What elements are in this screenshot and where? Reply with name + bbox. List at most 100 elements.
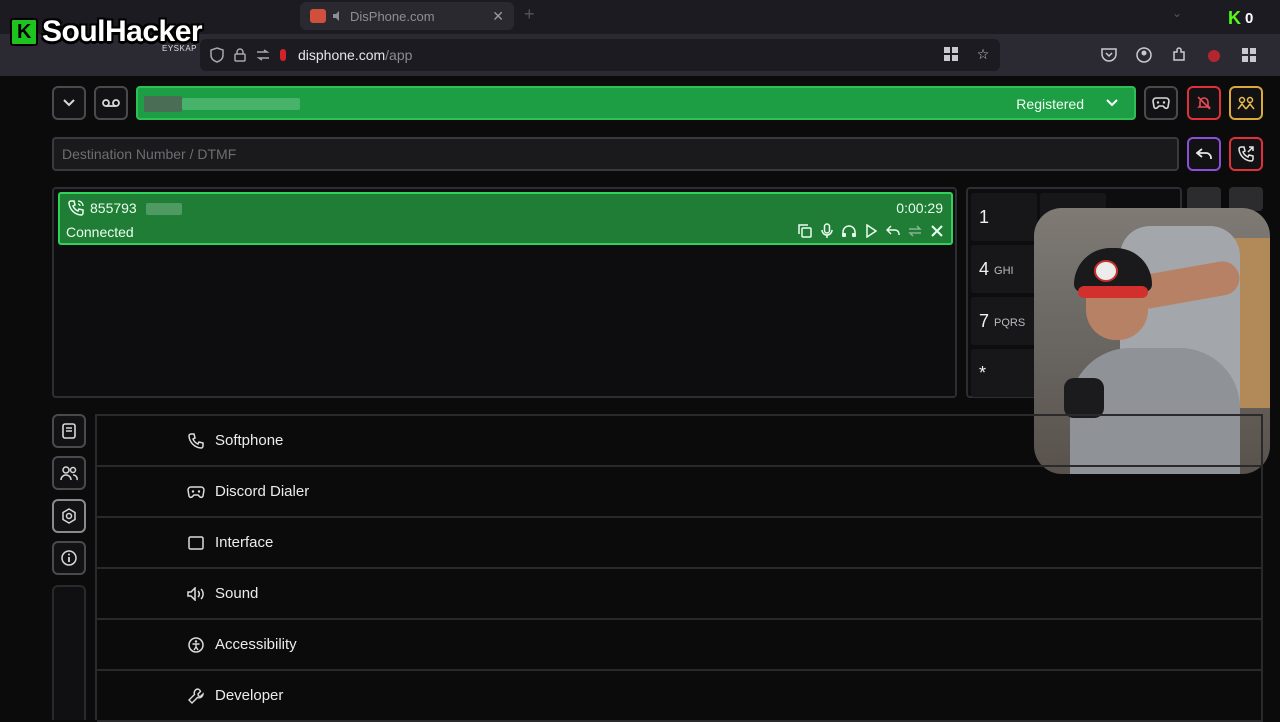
info-icon	[61, 550, 77, 566]
address-bar[interactable]: disphone.com/app ☆	[200, 39, 1000, 71]
settings-item-label: Discord Dialer	[215, 483, 310, 500]
settings-menu: Softphone Discord Dialer Interface Sound…	[95, 414, 1263, 722]
url-path: /app	[385, 47, 413, 63]
call-status: Connected	[66, 224, 134, 240]
gear-icon	[62, 508, 76, 524]
phone-icon	[187, 432, 205, 450]
connection-swap-icon[interactable]	[256, 49, 270, 61]
call-number: 855793	[90, 200, 137, 216]
settings-item-label: Softphone	[215, 432, 284, 449]
hangup-close-icon[interactable]	[929, 223, 945, 239]
key-letters: GHI	[994, 264, 1014, 277]
key-digit: 7	[979, 310, 990, 331]
settings-item-accessibility[interactable]: Accessibility	[97, 620, 1263, 671]
dialpad-key-1[interactable]: 1	[971, 193, 1037, 241]
settings-item-softphone[interactable]: Softphone	[97, 416, 1263, 467]
active-calls-panel: 855793 Connected 0:00:29	[52, 187, 957, 398]
registration-status-text: Registered	[1016, 96, 1084, 112]
play-icon[interactable]	[863, 223, 879, 239]
webcam-cap-brim	[1078, 286, 1148, 298]
do-not-disturb-button[interactable]	[1187, 86, 1221, 120]
phone-call-icon	[68, 200, 84, 216]
transfer-button[interactable]	[1187, 137, 1221, 171]
key-digit: 1	[979, 206, 990, 227]
app-menu-grid-icon[interactable]	[1240, 46, 1258, 64]
reply-arrow-icon[interactable]	[885, 223, 901, 239]
reply-arrow-icon	[1196, 148, 1212, 159]
dialpad-key-4[interactable]: 4 GHI	[971, 245, 1037, 293]
voicemail-icon	[102, 99, 120, 107]
logo-sub-label: EYSKAP	[162, 44, 198, 53]
address-book-icon	[62, 423, 76, 439]
chevron-down-icon[interactable]	[1104, 95, 1120, 111]
webcam-microphone	[1064, 378, 1104, 418]
chevron-down-icon	[63, 99, 75, 107]
settings-item-sound[interactable]: Sound	[97, 569, 1263, 620]
logo-badge: K	[10, 18, 38, 46]
collapse-chevron-button[interactable]	[52, 86, 86, 120]
accessibility-icon	[187, 636, 205, 654]
settings-item-discord-dialer[interactable]: Discord Dialer	[97, 467, 1263, 518]
bookmark-star-icon[interactable]: ☆	[974, 45, 992, 63]
extensions-icon[interactable]	[1170, 46, 1188, 64]
wrench-icon	[187, 687, 205, 705]
speaker-icon	[187, 585, 205, 603]
call-duration: 0:00:29	[896, 200, 943, 216]
key-digit: 4	[979, 258, 990, 279]
browser-tab[interactable]: DisPhone.com ✕	[300, 2, 514, 30]
tab-list-chevron-icon[interactable]: ⌄	[1172, 6, 1182, 20]
microphone-icon[interactable]	[819, 223, 835, 239]
settings-item-label: Sound	[215, 585, 259, 602]
gamepad-icon	[187, 483, 205, 501]
account-icon[interactable]	[1135, 46, 1153, 64]
users-alert-icon	[1237, 96, 1255, 110]
settings-item-developer[interactable]: Developer	[97, 671, 1263, 722]
dialpad-key-star[interactable]: *	[971, 349, 1037, 397]
phone-outgoing-icon	[1238, 146, 1254, 162]
sidebar-users-button[interactable]	[52, 456, 86, 490]
window-icon	[187, 534, 205, 552]
destination-input[interactable]	[52, 137, 1179, 171]
qr-code-icon[interactable]	[942, 45, 960, 63]
extension-badge-icon[interactable]	[1205, 46, 1223, 64]
dialpad-key-7[interactable]: 7 PQRS	[971, 297, 1037, 345]
account-id-redacted	[182, 98, 300, 110]
active-call-card[interactable]: 855793 Connected 0:00:29	[58, 192, 953, 245]
voicemail-button[interactable]	[94, 86, 128, 120]
sidebar-settings-button[interactable]	[52, 499, 86, 533]
headphones-icon[interactable]	[841, 223, 857, 239]
key-digit: *	[979, 362, 987, 383]
sidebar-contacts-book-button[interactable]	[52, 414, 86, 448]
tab-title: DisPhone.com	[350, 8, 435, 24]
gamepad-icon	[1152, 97, 1170, 110]
new-tab-icon[interactable]: +	[524, 4, 535, 25]
kick-viewer-counter: K 0	[1228, 8, 1253, 29]
settings-item-interface[interactable]: Interface	[97, 518, 1263, 569]
copy-icon[interactable]	[797, 223, 813, 239]
settings-item-label: Developer	[215, 687, 284, 704]
registration-status-bar[interactable]: Registered	[136, 86, 1136, 120]
lock-icon[interactable]	[234, 48, 246, 62]
viewer-count: 0	[1245, 10, 1254, 27]
settings-item-label: Interface	[215, 534, 274, 551]
sidebar-info-button[interactable]	[52, 541, 86, 575]
call-number-redacted	[146, 203, 182, 215]
account-name-redacted	[144, 96, 182, 112]
users-icon	[60, 466, 78, 481]
shield-icon[interactable]	[210, 47, 224, 63]
disphone-favicon-icon	[310, 9, 326, 23]
speaker-icon[interactable]	[332, 10, 344, 22]
tab-close-icon[interactable]: ✕	[492, 8, 504, 25]
alert-mode-button[interactable]	[1229, 86, 1263, 120]
key-letters: PQRS	[994, 316, 1026, 329]
sidebar-empty-slot	[52, 585, 86, 720]
bell-off-icon	[1197, 96, 1211, 110]
microphone-indicator-icon[interactable]	[280, 49, 286, 61]
dial-button[interactable]	[1229, 137, 1263, 171]
settings-item-label: Accessibility	[215, 636, 297, 653]
swap-arrows-icon[interactable]	[907, 223, 923, 239]
pocket-icon[interactable]	[1100, 46, 1118, 64]
url-host: disphone.com	[298, 47, 386, 63]
discord-button[interactable]	[1144, 86, 1178, 120]
call-actions	[797, 223, 945, 239]
